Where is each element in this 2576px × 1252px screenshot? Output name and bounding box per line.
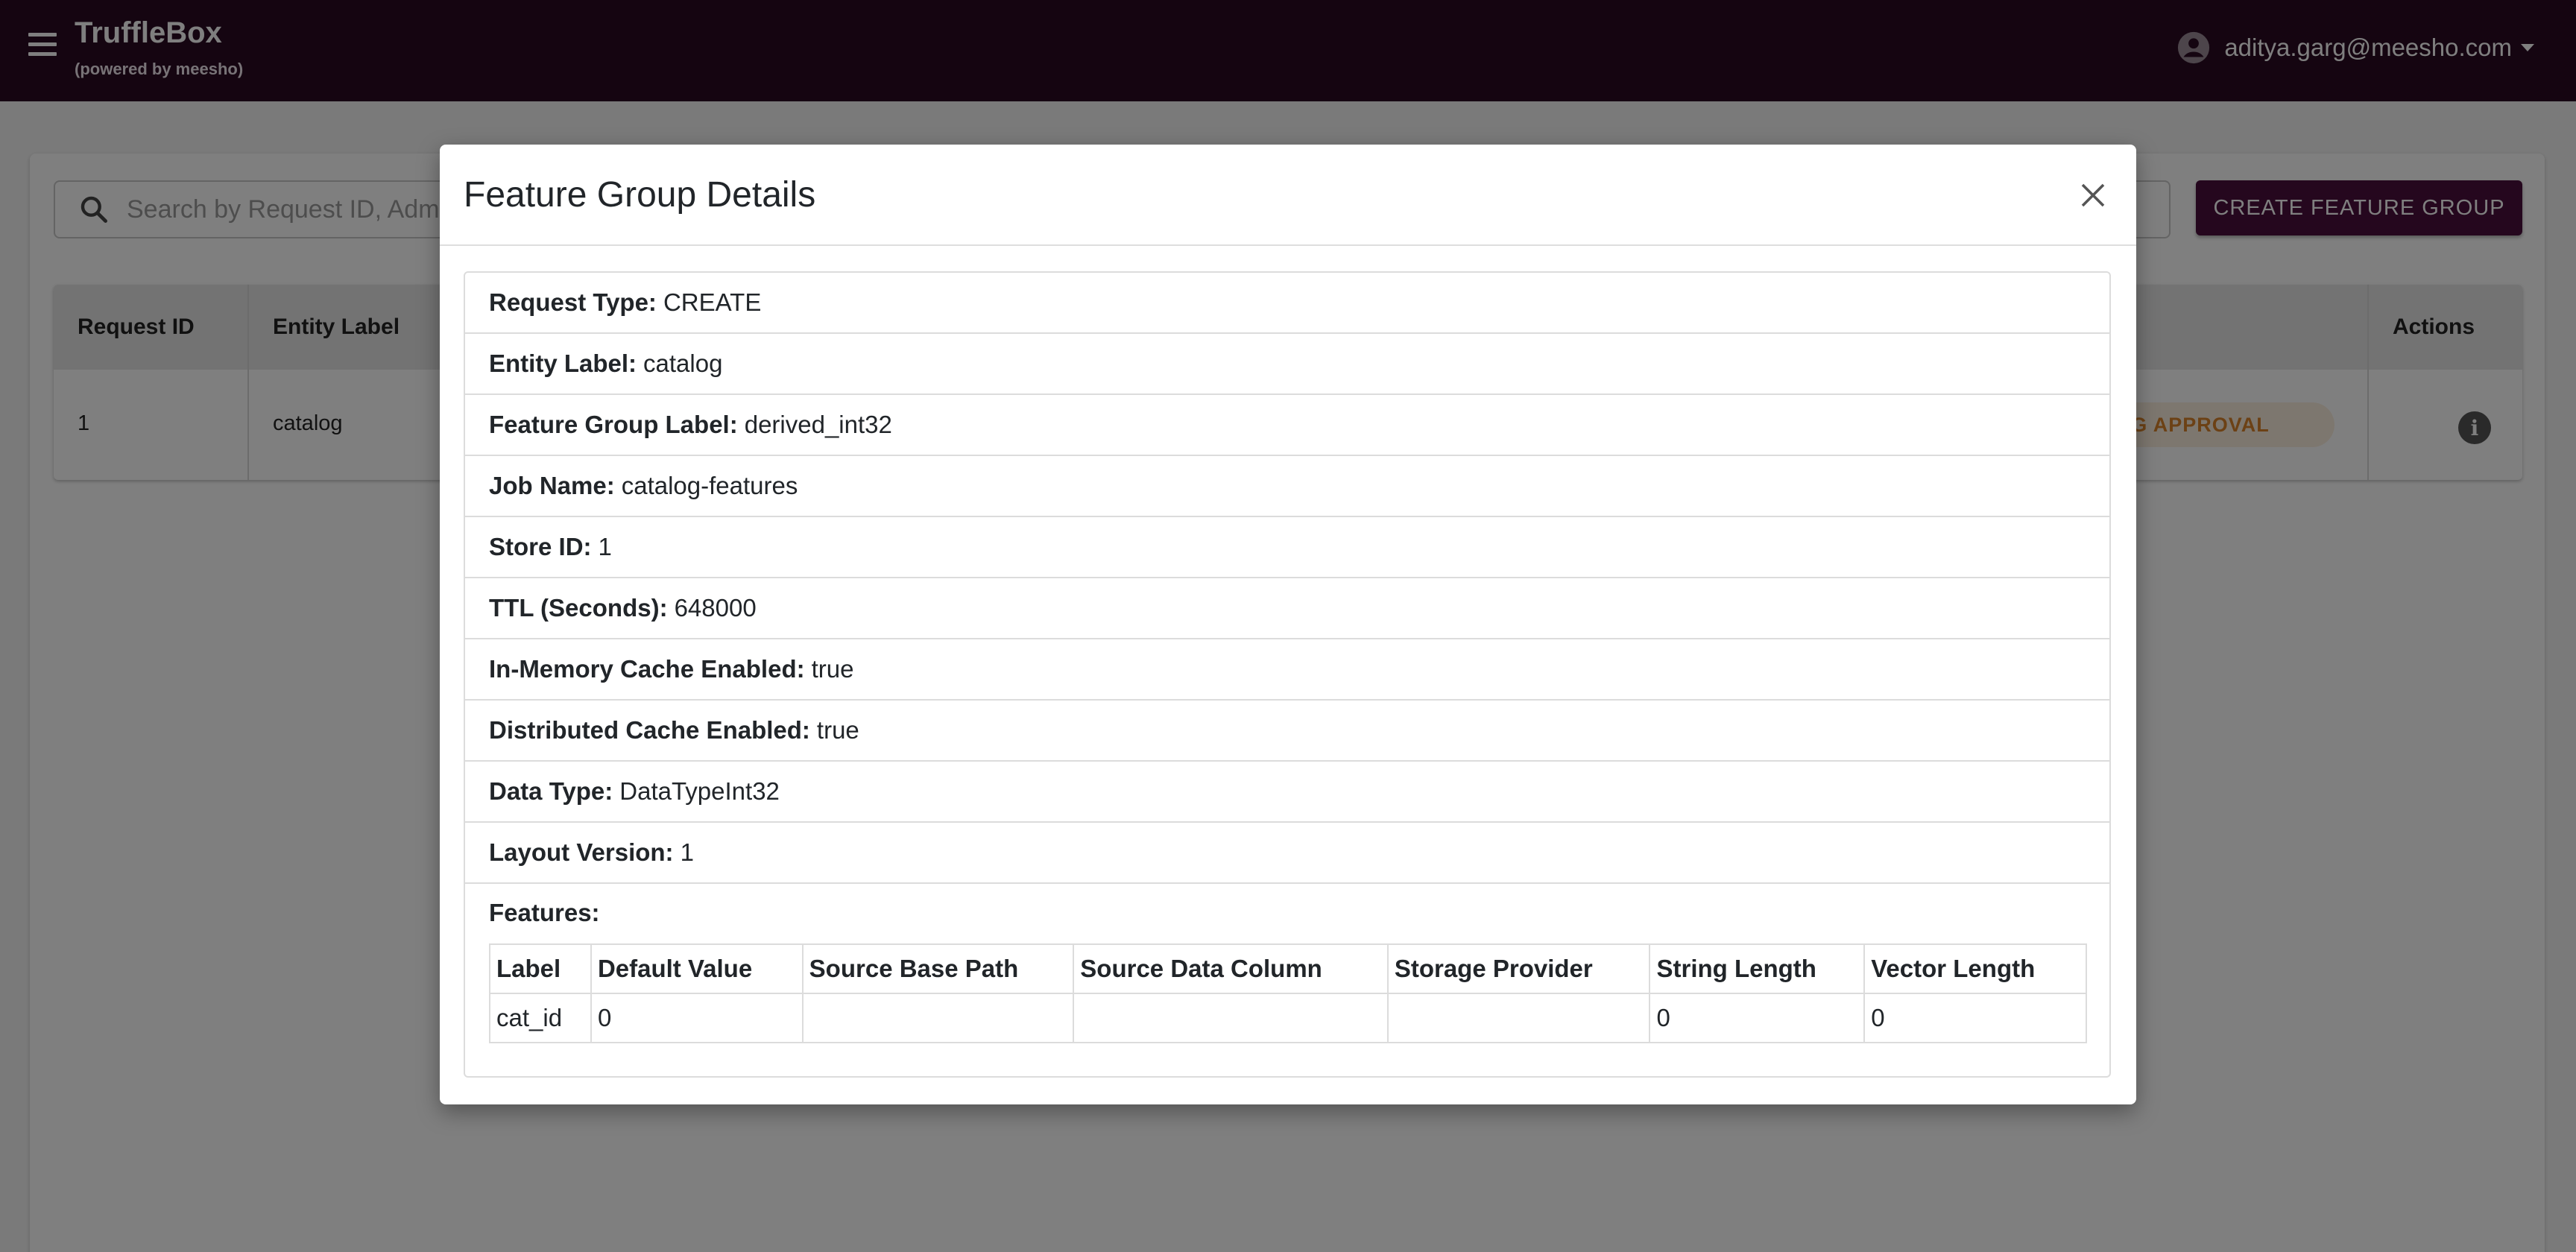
feature-cell-string-length: 0 xyxy=(1649,993,1866,1043)
details-list: Request Type: CREATE Entity Label: catalog… xyxy=(464,271,2111,1078)
features-col-storage-provider: Storage Provider xyxy=(1386,943,1651,994)
close-button[interactable] xyxy=(2075,177,2111,213)
features-col-default-value: Default Value xyxy=(590,943,804,994)
feature-group-details-dialog: Feature Group Details Request Type: CREAT… xyxy=(440,145,2136,1104)
detail-request-type: Request Type: CREATE xyxy=(465,273,2109,334)
detail-entity-label: Entity Label: catalog xyxy=(465,334,2109,395)
features-header-row: Label Default Value Source Base Path Sou… xyxy=(489,943,2087,994)
features-col-label: Label xyxy=(489,943,592,994)
dialog-header: Feature Group Details xyxy=(440,145,2136,246)
dialog-title: Feature Group Details xyxy=(464,175,816,215)
feature-cell-storage-provider xyxy=(1386,993,1651,1043)
table-row: cat_id 0 0 0 xyxy=(489,993,2087,1043)
feature-cell-label: cat_id xyxy=(489,993,592,1043)
detail-distributed-cache: Distributed Cache Enabled: true xyxy=(465,701,2109,762)
features-heading: Features: xyxy=(489,899,600,926)
close-icon xyxy=(2081,183,2105,207)
features-col-vector-length: Vector Length xyxy=(1863,943,2087,994)
detail-layout-version: Layout Version: 1 xyxy=(465,823,2109,884)
detail-store-id: Store ID: 1 xyxy=(465,517,2109,578)
detail-feature-group-label: Feature Group Label: derived_int32 xyxy=(465,395,2109,456)
feature-cell-vector-length: 0 xyxy=(1863,993,2087,1043)
detail-in-memory-cache: In-Memory Cache Enabled: true xyxy=(465,639,2109,701)
detail-data-type: Data Type: DataTypeInt32 xyxy=(465,762,2109,823)
features-col-source-data-column: Source Data Column xyxy=(1073,943,1389,994)
features-col-source-base-path: Source Base Path xyxy=(801,943,1075,994)
detail-job-name: Job Name: catalog-features xyxy=(465,456,2109,517)
feature-cell-source-base-path xyxy=(801,993,1075,1043)
feature-cell-source-data-column xyxy=(1073,993,1389,1043)
features-table: Label Default Value Source Base Path Sou… xyxy=(489,943,2087,1043)
feature-cell-default-value: 0 xyxy=(590,993,804,1043)
features-col-string-length: String Length xyxy=(1649,943,1866,994)
detail-ttl: TTL (Seconds): 648000 xyxy=(465,578,2109,639)
